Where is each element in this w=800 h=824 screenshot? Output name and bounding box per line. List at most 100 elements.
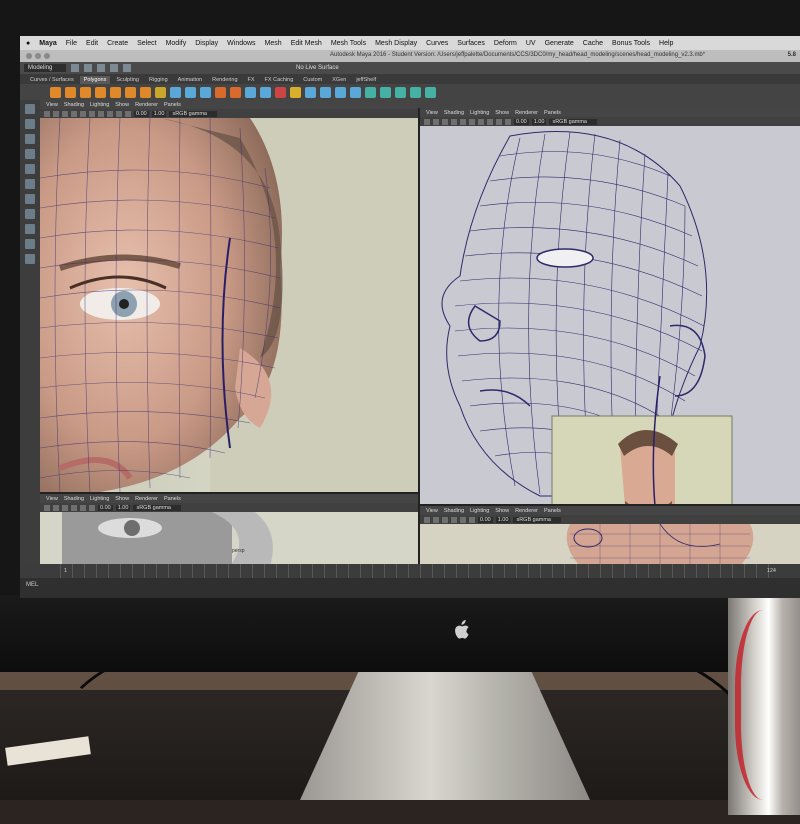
scale-tool-icon[interactable] (25, 179, 35, 189)
smooth-shade-icon[interactable] (80, 110, 86, 117)
menu-display[interactable]: Display (195, 40, 218, 47)
panel-menu-shading[interactable]: Shading (64, 496, 84, 502)
shelf-tool-icon[interactable] (275, 86, 286, 98)
image-plane-icon[interactable] (433, 516, 439, 523)
shelf-tool-icon[interactable] (170, 86, 181, 98)
app-menu[interactable]: Maya (39, 40, 57, 47)
gamma-field[interactable]: 1.00 (115, 504, 131, 511)
shelf-tool-icon[interactable] (155, 86, 166, 98)
panel-menu-show[interactable]: Show (115, 496, 129, 502)
menu-bonus-tools[interactable]: Bonus Tools (612, 40, 650, 47)
viewport-bottom-right[interactable] (420, 523, 800, 564)
shelf-tool-icon[interactable] (335, 86, 346, 98)
shelf-tool-icon[interactable] (215, 86, 226, 98)
smooth-shade-icon[interactable] (80, 504, 86, 511)
wireframe-icon[interactable] (71, 504, 77, 511)
shelf-tab-custom[interactable]: Custom (299, 76, 326, 84)
menu-select[interactable]: Select (137, 40, 156, 47)
lights-icon[interactable] (478, 118, 484, 125)
color-space-dropdown[interactable]: sRGB gamma (133, 504, 181, 511)
shelf-tool-icon[interactable] (320, 86, 331, 98)
image-plane-icon[interactable] (53, 110, 59, 117)
menu-uv[interactable]: UV (526, 40, 536, 47)
panel-menu-view[interactable]: View (426, 110, 438, 116)
menu-help[interactable]: Help (659, 40, 673, 47)
redo-icon[interactable] (123, 64, 131, 72)
paint-select-icon[interactable] (25, 134, 35, 144)
shelf-tool-icon[interactable] (290, 86, 301, 98)
menu-mesh-display[interactable]: Mesh Display (375, 40, 417, 47)
textured-icon[interactable] (89, 504, 95, 511)
panel-menu-panels[interactable]: Panels (164, 102, 181, 108)
isolate-icon[interactable] (505, 118, 511, 125)
camera-icon[interactable] (424, 118, 430, 125)
move-tool-icon[interactable] (25, 149, 35, 159)
shelf-tool-icon[interactable] (50, 86, 61, 98)
panel-menu-renderer[interactable]: Renderer (515, 110, 538, 116)
wireframe-icon[interactable] (451, 516, 457, 523)
shadows-icon[interactable] (107, 110, 113, 117)
shelf-tool-icon[interactable] (395, 86, 406, 98)
shelf-tab-rendering[interactable]: Rendering (208, 76, 241, 84)
shelf-tool-icon[interactable] (185, 86, 196, 98)
smooth-shade-icon[interactable] (460, 516, 466, 523)
color-space-dropdown[interactable]: sRGB gamma (513, 516, 561, 523)
panel-menu-renderer[interactable]: Renderer (135, 496, 158, 502)
menu-edit[interactable]: Edit (86, 40, 98, 47)
xray-icon[interactable] (496, 118, 502, 125)
shelf-tab-animation[interactable]: Animation (174, 76, 206, 84)
panel-menu-renderer[interactable]: Renderer (515, 508, 538, 514)
shelf-tool-icon[interactable] (80, 86, 91, 98)
shelf-tab-xgen[interactable]: XGen (328, 76, 350, 84)
shelf-tool-icon[interactable] (65, 86, 76, 98)
panel-menu-show[interactable]: Show (495, 110, 509, 116)
apple-menu-icon[interactable]: ● (26, 40, 30, 47)
shelf-tool-icon[interactable] (200, 86, 211, 98)
shadows-icon[interactable] (487, 118, 493, 125)
grid-icon[interactable] (442, 118, 448, 125)
grid-icon[interactable] (442, 516, 448, 523)
shelf-tab-sculpting[interactable]: Sculpting (112, 76, 143, 84)
panel-menu-show[interactable]: Show (495, 508, 509, 514)
xray-icon[interactable] (116, 110, 122, 117)
save-scene-icon[interactable] (97, 64, 105, 72)
menu-mesh[interactable]: Mesh (265, 40, 282, 47)
color-space-dropdown[interactable]: sRGB gamma (549, 118, 597, 125)
image-plane-icon[interactable] (53, 504, 59, 511)
menu-mesh-tools[interactable]: Mesh Tools (331, 40, 366, 47)
shelf-tool-icon[interactable] (125, 86, 136, 98)
panel-menu-shading[interactable]: Shading (444, 110, 464, 116)
shelf-tool-icon[interactable] (365, 86, 376, 98)
panel-menu-view[interactable]: View (46, 102, 58, 108)
shelf-tab-rigging[interactable]: Rigging (145, 76, 172, 84)
menu-edit-mesh[interactable]: Edit Mesh (291, 40, 322, 47)
viewport-front[interactable] (40, 117, 418, 492)
shelf-tab-fx-caching[interactable]: FX Caching (261, 76, 298, 84)
layout-four-icon[interactable] (25, 224, 35, 234)
new-scene-icon[interactable] (71, 64, 79, 72)
panel-menu-panels[interactable]: Panels (164, 496, 181, 502)
panel-menu-renderer[interactable]: Renderer (135, 102, 158, 108)
panel-menu-panels[interactable]: Panels (544, 110, 561, 116)
undo-icon[interactable] (110, 64, 118, 72)
panel-menu-lighting[interactable]: Lighting (90, 102, 109, 108)
exposure-field[interactable]: 0.00 (134, 110, 149, 117)
color-space-dropdown[interactable]: sRGB gamma (169, 110, 217, 117)
isolate-icon[interactable] (125, 110, 131, 117)
panel-menu-lighting[interactable]: Lighting (470, 508, 489, 514)
viewport-bottom-left[interactable]: persp (40, 512, 418, 564)
shelf-tool-icon[interactable] (230, 86, 241, 98)
gamma-field[interactable]: 1.00 (531, 118, 547, 125)
shelf-tab-polygons[interactable]: Polygons (79, 76, 111, 84)
shelf-tab-curves-surfaces[interactable]: Curves / Surfaces (26, 76, 78, 84)
exposure-field[interactable]: 0.00 (514, 118, 529, 125)
viewport-perspective[interactable] (420, 126, 800, 504)
panel-menu-shading[interactable]: Shading (64, 102, 84, 108)
menu-file[interactable]: File (66, 40, 77, 47)
shelf-tool-icon[interactable] (410, 86, 421, 98)
menu-surfaces[interactable]: Surfaces (457, 40, 485, 47)
panel-menu-view[interactable]: View (426, 508, 438, 514)
panel-menu-lighting[interactable]: Lighting (90, 496, 109, 502)
menu-deform[interactable]: Deform (494, 40, 517, 47)
menu-generate[interactable]: Generate (545, 40, 574, 47)
